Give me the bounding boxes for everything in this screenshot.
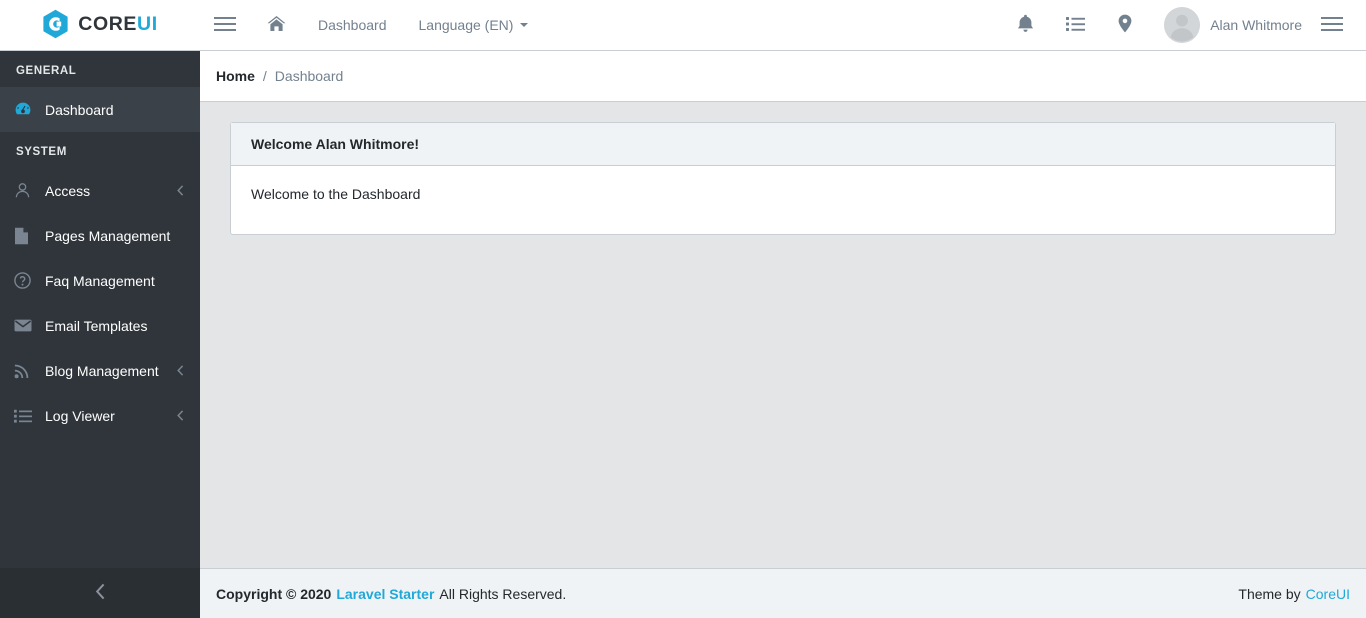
chevron-left-icon (95, 583, 106, 603)
coreui-hexagon-logo-icon (42, 9, 69, 42)
list-icon (1065, 16, 1085, 34)
map-pin-icon (1118, 14, 1132, 36)
footer-copyright: Copyright © 2020 Laravel Starter All Rig… (216, 586, 566, 602)
sidebar-item-access-label: Access (45, 182, 91, 199)
welcome-card-body: Welcome to the Dashboard (251, 186, 421, 202)
envelope-icon (14, 319, 36, 332)
brand-text-accent: UI (137, 13, 158, 36)
notifications-button[interactable] (1000, 0, 1050, 50)
sidebar-item-access[interactable]: Access (0, 168, 200, 213)
header-left-nav: Dashboard Language (EN) (200, 0, 542, 50)
question-circle-icon (14, 272, 36, 289)
sidebar-toggler-button[interactable] (200, 0, 250, 50)
sidebar: GENERAL Dashboard SYSTEM Access Pages Ma… (0, 51, 200, 618)
brand-text: COREUI (78, 15, 157, 35)
sidebar-group-title-general: GENERAL (16, 65, 77, 77)
main-content: Welcome Alan Whitmore! Welcome to the Da… (200, 102, 1366, 568)
sidebar-item-log-viewer-label: Log Viewer (45, 407, 115, 424)
sidebar-item-dashboard-label: Dashboard (45, 101, 114, 118)
nav-link-dashboard[interactable]: Dashboard (302, 0, 403, 50)
footer-copyright-suffix: All Rights Reserved. (439, 585, 567, 602)
user-name-label: Alan Whitmore (1210, 17, 1302, 33)
sidebar-item-dashboard[interactable]: Dashboard (0, 87, 200, 132)
app-header: COREUI Dashboard Language (EN) Alan Whit… (0, 0, 1366, 51)
nav-link-language[interactable]: Language (EN) (403, 0, 543, 50)
nav-link-language-label: Language (EN) (418, 17, 514, 33)
list-icon (14, 409, 36, 423)
sidebar-nav: GENERAL Dashboard SYSTEM Access Pages Ma… (0, 51, 200, 568)
chevron-left-icon (177, 365, 184, 376)
location-button[interactable] (1100, 0, 1150, 50)
app-root: COREUI Dashboard Language (EN) Alan Whit… (0, 0, 1366, 618)
avatar (1164, 7, 1201, 43)
user-icon (14, 182, 36, 199)
speedometer-icon (14, 101, 36, 119)
sidebar-item-email-templates[interactable]: Email Templates (0, 303, 200, 348)
sidebar-item-faq-management-label: Faq Management (45, 272, 155, 289)
footer-app-link[interactable]: Laravel Starter (336, 586, 434, 602)
sidebar-item-blog-management-label: Blog Management (45, 362, 159, 379)
home-nav-button[interactable] (250, 0, 302, 50)
welcome-card-header: Welcome Alan Whitmore! (231, 123, 1335, 166)
brand-logo-area[interactable]: COREUI (0, 0, 200, 50)
hamburger-icon (214, 16, 236, 35)
tasks-button[interactable] (1050, 0, 1100, 50)
footer-theme-link[interactable]: CoreUI (1306, 586, 1350, 602)
sidebar-item-log-viewer[interactable]: Log Viewer (0, 393, 200, 438)
rss-icon (14, 363, 36, 379)
sidebar-item-blog-management[interactable]: Blog Management (0, 348, 200, 393)
breadcrumb-current: Dashboard (274, 68, 344, 84)
app-footer: Copyright © 2020 Laravel Starter All Rig… (200, 568, 1366, 618)
bell-icon (1017, 14, 1034, 36)
sidebar-item-email-templates-label: Email Templates (45, 317, 148, 334)
user-menu[interactable]: Alan Whitmore (1150, 0, 1312, 50)
footer-theme-credit: Theme by CoreUI (1238, 586, 1350, 602)
home-icon (267, 15, 286, 35)
file-icon (14, 227, 36, 245)
caret-down-icon (520, 23, 529, 27)
sidebar-item-faq-management[interactable]: Faq Management (0, 258, 200, 303)
aside-toggler-button[interactable] (1312, 0, 1352, 50)
sidebar-item-pages-management-label: Pages Management (45, 227, 171, 244)
nav-link-dashboard-label: Dashboard (318, 17, 387, 33)
sidebar-minimizer-button[interactable] (0, 568, 200, 618)
breadcrumb-separator: / (262, 68, 267, 84)
breadcrumb: Home / Dashboard (200, 51, 1366, 102)
header-right-nav: Alan Whitmore (1000, 0, 1366, 50)
hamburger-icon (1321, 16, 1343, 35)
footer-theme-prefix: Theme by (1238, 585, 1301, 602)
footer-copyright-prefix: Copyright © 2020 (216, 585, 332, 602)
chevron-left-icon (177, 185, 184, 196)
brand-logo[interactable]: COREUI (42, 9, 157, 42)
welcome-card: Welcome Alan Whitmore! Welcome to the Da… (230, 122, 1336, 235)
brand-text-primary: CORE (78, 13, 138, 36)
breadcrumb-home[interactable]: Home (216, 68, 255, 84)
sidebar-item-pages-management[interactable]: Pages Management (0, 213, 200, 258)
chevron-left-icon (177, 410, 184, 421)
sidebar-group-title-system: SYSTEM (16, 146, 67, 158)
